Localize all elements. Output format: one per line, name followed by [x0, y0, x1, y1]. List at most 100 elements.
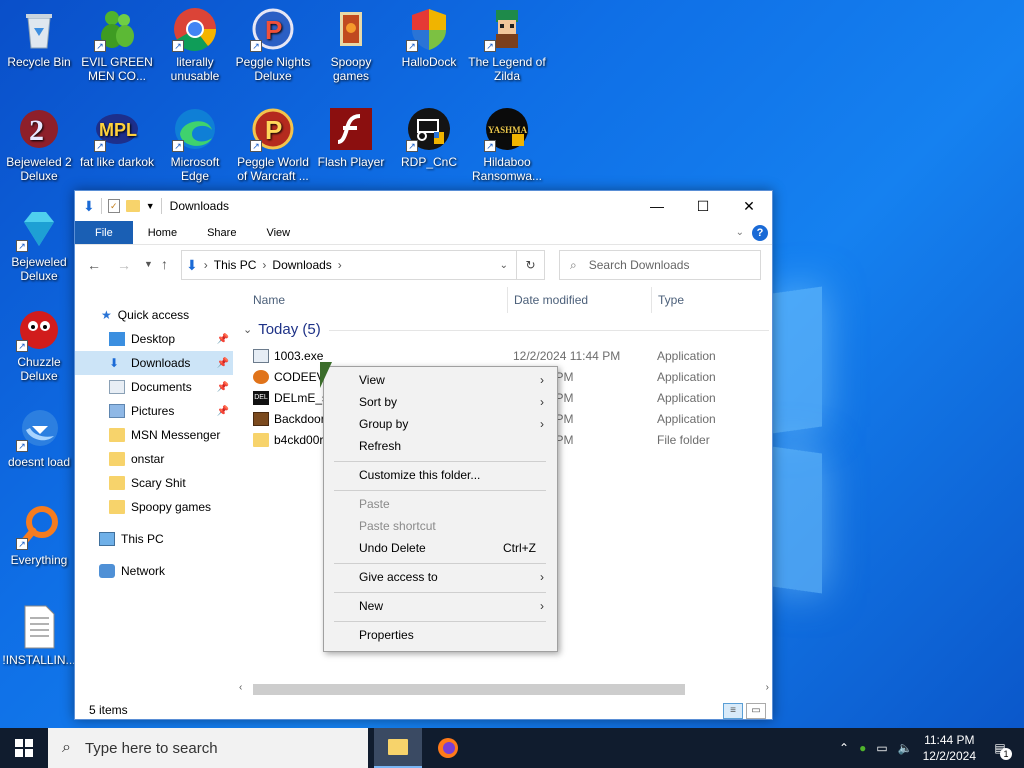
desktop-icon-flash-player[interactable]: Flash Player	[312, 106, 390, 169]
large-icons-view-button[interactable]: ▭	[746, 703, 766, 719]
desktop-icon-edge[interactable]: ↗ Microsoft Edge	[156, 106, 234, 183]
taskbar-firefox[interactable]	[424, 728, 472, 768]
column-header-type[interactable]: Type	[658, 289, 684, 311]
menu-item-customize[interactable]: Customize this folder...	[325, 464, 556, 486]
desktop-icon-peggle-wow[interactable]: P ↗ Peggle World of Warcraft ...	[234, 106, 312, 183]
desktop-icon-legend-of-zilda[interactable]: ↗ The Legend of Zilda	[468, 6, 546, 83]
desktop-icon-rdp-cnc[interactable]: ↗ RDP_CnC	[390, 106, 468, 169]
menu-separator	[334, 621, 546, 622]
menu-item-properties[interactable]: Properties	[325, 624, 556, 646]
desktop-icon-bejeweled[interactable]: ↗ Bejeweled Deluxe	[0, 206, 78, 283]
desktop-icon-installing[interactable]: !INSTALLIN...	[0, 604, 78, 667]
menu-item-group-by[interactable]: Group by ›	[325, 413, 556, 435]
expand-ribbon-icon[interactable]: ⌄	[736, 227, 744, 238]
pin-icon: 📌	[216, 357, 229, 369]
search-box[interactable]: ⌕ Search Downloads	[559, 250, 761, 280]
taskbar-search-box[interactable]: ⌕ Type here to search	[48, 728, 368, 768]
desktop-icon-thunderbird[interactable]: ↗ doesnt load	[0, 406, 78, 469]
folder-icon	[328, 6, 374, 52]
menu-item-undo-delete[interactable]: Undo Delete Ctrl+Z	[325, 537, 556, 559]
tab-view[interactable]: View	[251, 221, 305, 244]
address-bar[interactable]: ⬇ › This PC › Downloads › ⌄	[181, 250, 517, 280]
breadcrumb-this-pc[interactable]: This PC	[214, 258, 257, 272]
down-arrow-icon[interactable]: ⬇	[83, 198, 95, 215]
customize-qat-icon[interactable]: ▼	[146, 201, 155, 211]
nav-downloads[interactable]: ⬇ Downloads 📌	[75, 351, 233, 375]
desktop-icon-peggle-nights[interactable]: P ↗ Peggle Nights Deluxe	[234, 6, 312, 83]
column-header-name[interactable]: Name	[253, 289, 285, 311]
taskbar-file-explorer[interactable]	[374, 728, 422, 768]
volume-icon[interactable]: 🔈	[898, 741, 913, 755]
nav-network[interactable]: Network	[75, 559, 233, 583]
action-center-button[interactable]: ▤ 1	[986, 728, 1014, 768]
desktop-icon-chuzzle[interactable]: ↗ Chuzzle Deluxe	[0, 306, 78, 383]
show-hidden-icons-icon[interactable]: ⌃	[839, 741, 849, 755]
desktop-icon-recycle-bin[interactable]: Recycle Bin	[0, 6, 78, 69]
nav-onstar[interactable]: onstar	[75, 447, 233, 471]
address-dropdown-icon[interactable]: ⌄	[500, 260, 508, 271]
group-header-today[interactable]: ⌄ Today (5)	[243, 321, 769, 338]
menu-item-paste-shortcut: Paste shortcut	[359, 519, 436, 533]
user-tray-icon[interactable]: ●	[859, 741, 866, 755]
nav-msn-messenger[interactable]: MSN Messenger	[75, 423, 233, 447]
menu-item-refresh[interactable]: Refresh	[325, 435, 556, 457]
wallpaper-logo	[772, 286, 892, 620]
column-divider[interactable]	[507, 287, 508, 313]
search-icon: ⌕	[62, 739, 71, 756]
menu-item-new[interactable]: New ›	[325, 595, 556, 617]
search-placeholder: Search Downloads	[588, 258, 690, 272]
recent-locations-icon[interactable]: ▼	[144, 259, 153, 269]
window-title: Downloads	[169, 199, 230, 213]
desktop-icon-chrome[interactable]: ↗ literally unusable	[156, 6, 234, 83]
tab-file[interactable]: File	[75, 221, 133, 244]
new-folder-icon[interactable]	[125, 200, 140, 212]
downloads-icon: ⬇	[109, 356, 120, 370]
menu-item-view[interactable]: View ›	[325, 369, 556, 391]
scrollbar-thumb[interactable]	[253, 684, 685, 695]
nav-pictures[interactable]: Pictures 📌	[75, 399, 233, 423]
desktop-icon-everything[interactable]: ↗ Everything	[0, 504, 78, 567]
horizontal-scrollbar[interactable]: ‹ ›	[235, 681, 773, 697]
menu-item-sort-by[interactable]: Sort by ›	[325, 391, 556, 413]
breadcrumb-downloads[interactable]: Downloads	[272, 258, 331, 272]
scroll-left-icon[interactable]: ‹	[239, 682, 242, 693]
help-icon[interactable]: ?	[752, 224, 768, 241]
properties-check-icon[interactable]: ✓	[107, 199, 120, 213]
column-header-date[interactable]: Date modified	[514, 289, 588, 311]
title-bar[interactable]: ⬇ ✓ ▼ Downloads — ☐ ✕	[75, 191, 772, 221]
tab-home[interactable]: Home	[133, 221, 192, 244]
quick-access-toolbar: ⬇ ✓ ▼	[75, 198, 162, 215]
desktop-folder-icon	[109, 332, 125, 346]
column-divider[interactable]	[651, 287, 652, 313]
scroll-right-icon[interactable]: ›	[766, 682, 769, 693]
back-button[interactable]: ←	[87, 257, 101, 273]
nav-quick-access[interactable]: ★ Quick access	[75, 303, 233, 327]
desktop-icon-fat-like-darkok[interactable]: MPL ↗ fat like darkok	[78, 106, 156, 169]
up-button[interactable]: ↑	[161, 256, 168, 272]
desktop-icon-bejeweled-2[interactable]: 2 Bejeweled 2 Deluxe	[0, 106, 78, 183]
details-view-button[interactable]: ≡	[723, 703, 743, 719]
forward-button[interactable]: →	[117, 257, 131, 273]
minimize-button[interactable]: —	[634, 191, 680, 221]
clock[interactable]: 11:44 PM 12/2/2024	[923, 732, 976, 764]
refresh-button[interactable]: ↻	[517, 250, 545, 280]
nav-this-pc[interactable]: This PC	[75, 527, 233, 551]
network-tray-icon[interactable]: ▭	[876, 741, 887, 755]
desktop-icon-hallodock[interactable]: ↗ HalloDock	[390, 6, 468, 69]
tab-share[interactable]: Share	[192, 221, 251, 244]
recycle-bin-icon	[16, 6, 62, 52]
yashma-icon: YASHMA ↗	[484, 106, 530, 152]
menu-item-give-access[interactable]: Give access to ›	[325, 566, 556, 588]
maximize-button[interactable]: ☐	[680, 191, 726, 221]
nav-spoopy-games[interactable]: Spoopy games	[75, 495, 233, 519]
edge-icon: ↗	[172, 106, 218, 152]
nav-scary-shit[interactable]: Scary Shit	[75, 471, 233, 495]
desktop-icon-evil-green-men[interactable]: ↗ EVIL GREEN MEN CO...	[78, 6, 156, 83]
close-button[interactable]: ✕	[726, 191, 772, 221]
nav-documents[interactable]: Documents 📌	[75, 375, 233, 399]
desktop-icon-hildaboo[interactable]: YASHMA ↗ Hildaboo Ransomwa...	[468, 106, 546, 183]
start-button[interactable]	[0, 728, 48, 768]
desktop-icon-spoopy-games[interactable]: Spoopy games	[312, 6, 390, 83]
nav-desktop[interactable]: Desktop 📌	[75, 327, 233, 351]
search-icon: ⌕	[570, 257, 577, 272]
